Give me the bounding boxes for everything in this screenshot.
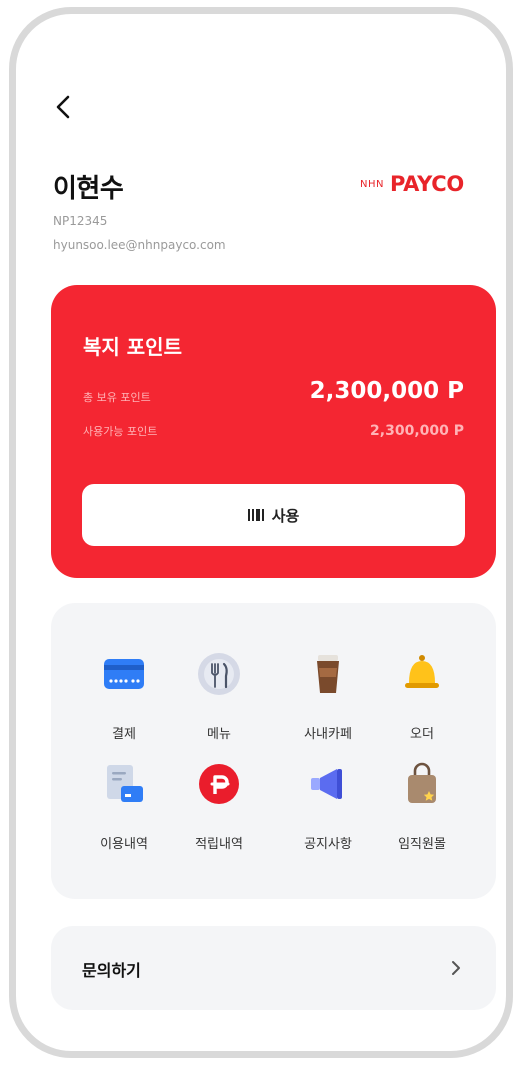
menu-item-payment[interactable]: 결제 [79, 651, 169, 742]
menu-label-employee-mall: 임직원몰 [398, 837, 446, 852]
use-button-label: 사용 [271, 506, 300, 525]
inquiry-label: 문의하기 [82, 961, 141, 980]
menu-item-cafe[interactable]: 사내카페 [283, 651, 373, 742]
menu-label-usage-history: 이용내역 [100, 837, 148, 852]
megaphone-icon [311, 769, 342, 799]
total-points-value: 2,300,000 P [309, 378, 464, 404]
welfare-points-card: 복지 포인트 총 보유 포인트 2,300,000 P 사용가능 포인트 2,3… [51, 285, 496, 578]
menu-label-notice: 공지사항 [304, 837, 352, 852]
use-points-button[interactable]: 사용 [82, 484, 465, 546]
credit-card-icon [104, 659, 144, 689]
user-email: hyunsoo.lee@nhnpayco.com [53, 238, 226, 252]
menu-label-order: 오더 [410, 727, 434, 742]
menu-item-notice[interactable]: 공지사항 [283, 761, 373, 852]
available-points-value: 2,300,000 P [370, 423, 464, 439]
point-p-icon [199, 764, 239, 804]
employee-id: NP12345 [53, 214, 108, 228]
menu-item-order[interactable]: 오더 [377, 651, 467, 742]
coffee-cup-icon [317, 655, 339, 693]
menu-label-payment: 결제 [112, 727, 136, 742]
logo-payco-text: PAYCO [389, 172, 464, 196]
shopping-bag-icon [408, 762, 436, 803]
payco-logo: NHN PAYCO [360, 172, 464, 196]
back-arrow-icon[interactable] [52, 92, 80, 122]
fork-knife-icon [198, 653, 240, 695]
receipt-card-icon [107, 765, 143, 802]
menu-label-points-history: 적립내역 [195, 837, 243, 852]
logo-nhn-text: NHN [360, 178, 384, 190]
chevron-right-icon [452, 961, 460, 975]
menu-label-menu: 메뉴 [207, 727, 231, 742]
menu-item-points-history[interactable]: 적립내역 [174, 761, 264, 852]
total-points-label: 총 보유 포인트 [83, 391, 151, 404]
menu-item-usage-history[interactable]: 이용내역 [79, 761, 169, 852]
menu-item-employee-mall[interactable]: 임직원몰 [377, 761, 467, 852]
menu-grid: 결제 메뉴 사내카페 오더 이용내역 적립내역 공지사항 임직원몰 [51, 603, 496, 899]
menu-item-menu[interactable]: 메뉴 [174, 651, 264, 742]
bell-icon [405, 655, 439, 688]
points-screen: 이현수 NHN PAYCO NP12345 hyunsoo.lee@nhnpay… [0, 0, 529, 1071]
inquiry-button[interactable]: 문의하기 [51, 926, 496, 1010]
available-points-label: 사용가능 포인트 [83, 425, 158, 438]
barcode-icon [247, 509, 264, 521]
user-name: 이현수 [53, 174, 124, 204]
menu-label-cafe: 사내카페 [304, 727, 352, 742]
card-title: 복지 포인트 [83, 335, 182, 359]
